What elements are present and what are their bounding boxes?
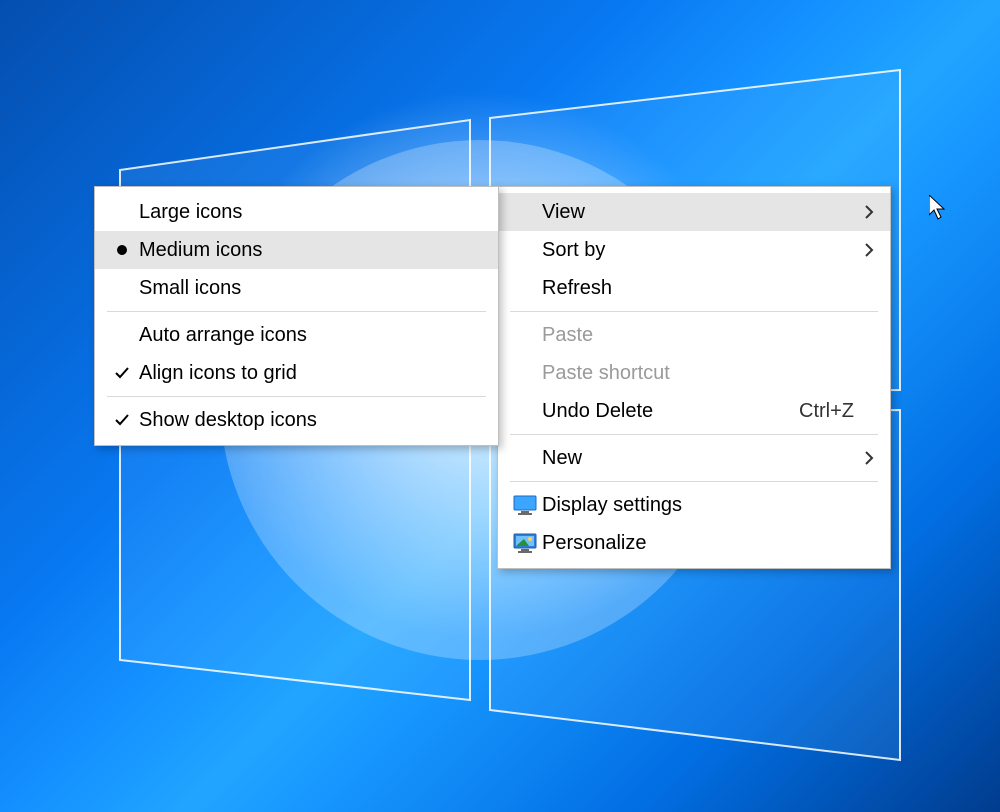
desktop-context-menu: View Sort by Refresh Paste Paste shortcu… bbox=[497, 186, 891, 569]
menu-separator bbox=[510, 311, 878, 312]
submenu-item-show-desktop-icons[interactable]: Show desktop icons bbox=[95, 401, 498, 439]
menu-item-label: Display settings bbox=[542, 494, 854, 517]
submenu-item-small-icons[interactable]: Small icons bbox=[95, 269, 498, 307]
checkmark-icon bbox=[105, 411, 139, 429]
menu-item-label: Show desktop icons bbox=[139, 409, 482, 432]
menu-item-label: Medium icons bbox=[139, 239, 482, 262]
view-submenu: Large icons Medium icons Small icons Aut… bbox=[94, 186, 499, 446]
menu-separator bbox=[107, 396, 486, 397]
chevron-right-icon bbox=[854, 451, 874, 465]
menu-item-shortcut: Ctrl+Z bbox=[799, 400, 854, 423]
menu-item-label: Refresh bbox=[542, 277, 854, 300]
monitor-icon bbox=[508, 495, 542, 515]
menu-item-paste: Paste bbox=[498, 316, 890, 354]
menu-item-undo-delete[interactable]: Undo Delete Ctrl+Z bbox=[498, 392, 890, 430]
menu-item-label: View bbox=[542, 201, 854, 224]
menu-item-label: Sort by bbox=[542, 239, 854, 262]
menu-item-view[interactable]: View bbox=[498, 193, 890, 231]
menu-separator bbox=[510, 481, 878, 482]
menu-item-label: Align icons to grid bbox=[139, 362, 482, 385]
submenu-item-align-to-grid[interactable]: Align icons to grid bbox=[95, 354, 498, 392]
menu-item-refresh[interactable]: Refresh bbox=[498, 269, 890, 307]
checkmark-icon bbox=[105, 364, 139, 382]
submenu-item-medium-icons[interactable]: Medium icons bbox=[95, 231, 498, 269]
menu-item-personalize[interactable]: Personalize bbox=[498, 524, 890, 562]
menu-item-paste-shortcut: Paste shortcut bbox=[498, 354, 890, 392]
menu-item-display-settings[interactable]: Display settings bbox=[498, 486, 890, 524]
menu-item-sort-by[interactable]: Sort by bbox=[498, 231, 890, 269]
chevron-right-icon bbox=[854, 205, 874, 219]
submenu-item-large-icons[interactable]: Large icons bbox=[95, 193, 498, 231]
menu-item-label: Paste shortcut bbox=[542, 362, 854, 385]
radio-selected-icon bbox=[105, 245, 139, 255]
menu-item-label: Small icons bbox=[139, 277, 482, 300]
menu-separator bbox=[107, 311, 486, 312]
chevron-right-icon bbox=[854, 243, 874, 257]
menu-item-new[interactable]: New bbox=[498, 439, 890, 477]
monitor-color-icon bbox=[508, 533, 542, 553]
menu-item-label: Large icons bbox=[139, 201, 482, 224]
menu-item-label: Undo Delete bbox=[542, 400, 759, 423]
cursor-icon bbox=[929, 195, 947, 221]
menu-item-label: Paste bbox=[542, 324, 854, 347]
menu-item-label: New bbox=[542, 447, 854, 470]
menu-item-label: Auto arrange icons bbox=[139, 324, 482, 347]
menu-separator bbox=[510, 434, 878, 435]
menu-item-label: Personalize bbox=[542, 532, 854, 555]
submenu-item-auto-arrange[interactable]: Auto arrange icons bbox=[95, 316, 498, 354]
